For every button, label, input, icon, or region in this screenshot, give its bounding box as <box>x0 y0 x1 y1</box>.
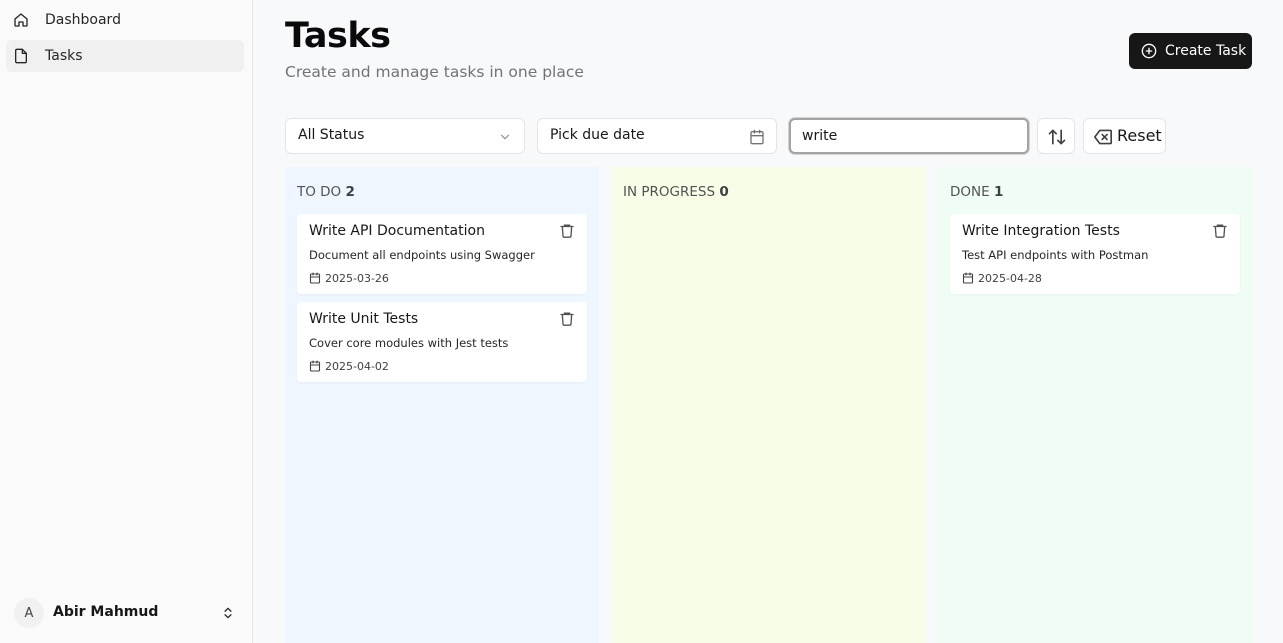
column-title: DONE <box>950 184 990 200</box>
sort-button[interactable] <box>1037 118 1075 154</box>
calendar-icon <box>309 360 321 372</box>
column-header: IN PROGRESS 0 <box>623 184 729 200</box>
task-card[interactable]: Write Integration Tests Test API endpoin… <box>950 214 1240 294</box>
task-description: Document all endpoints using Swagger <box>309 248 535 262</box>
sidebar-item-label: Dashboard <box>45 12 121 28</box>
due-date-placeholder: Pick due date <box>550 127 645 143</box>
task-title: Write Unit Tests <box>309 311 419 327</box>
task-card[interactable]: Write API Documentation Document all end… <box>297 214 587 294</box>
column-header: TO DO 2 <box>297 184 355 200</box>
trash-icon[interactable] <box>559 310 575 327</box>
avatar: A <box>14 598 44 628</box>
task-title: Write Integration Tests <box>962 223 1120 239</box>
sidebar-item-label: Tasks <box>45 48 83 64</box>
delete-left-icon <box>1094 129 1112 145</box>
page-title: Tasks <box>285 16 391 56</box>
trash-icon[interactable] <box>559 222 575 239</box>
due-date-picker[interactable]: Pick due date <box>537 118 777 154</box>
create-task-button[interactable]: Create Task <box>1129 33 1252 69</box>
task-description: Cover core modules with Jest tests <box>309 336 509 350</box>
calendar-icon <box>750 129 764 145</box>
home-icon <box>14 13 28 27</box>
plus-circle-icon <box>1141 43 1157 59</box>
sidebar-item-tasks[interactable]: Tasks <box>6 40 244 72</box>
task-due-date: 2025-03-26 <box>325 272 389 285</box>
user-menu[interactable]: A Abir Mahmud <box>6 596 244 630</box>
sidebar: Dashboard Tasks A Abir Mahmud <box>0 0 253 643</box>
page-subtitle: Create and manage tasks in one place <box>285 63 584 81</box>
column-count: 0 <box>719 184 729 200</box>
search-input[interactable] <box>789 118 1029 154</box>
column-count: 2 <box>345 184 355 200</box>
user-name: Abir Mahmud <box>53 604 159 620</box>
arrow-up-down-icon <box>1048 129 1066 145</box>
column-in-progress: IN PROGRESS 0 <box>611 167 925 643</box>
task-due-date: 2025-04-02 <box>325 360 389 373</box>
column-done: DONE 1 Write Integration Tests Test API … <box>938 167 1252 643</box>
chevrons-up-down-icon <box>224 607 232 619</box>
column-count: 1 <box>993 184 1004 200</box>
chevron-down-icon <box>500 134 510 140</box>
calendar-icon <box>309 272 321 284</box>
create-task-label: Create Task <box>1165 43 1247 59</box>
file-icon <box>15 48 27 64</box>
column-title: TO DO <box>297 184 342 200</box>
column-title: IN PROGRESS <box>623 184 716 200</box>
task-description: Test API endpoints with Postman <box>962 248 1149 262</box>
column-todo: TO DO 2 Write API Documentation Document… <box>285 167 599 643</box>
status-filter-value: All Status <box>298 127 365 143</box>
column-header: DONE 1 <box>950 184 1003 200</box>
reset-button[interactable]: Reset <box>1083 118 1166 154</box>
sidebar-item-dashboard[interactable]: Dashboard <box>6 4 244 36</box>
reset-label: Reset <box>1117 126 1162 145</box>
task-due-date: 2025-04-28 <box>978 272 1042 285</box>
task-card[interactable]: Write Unit Tests Cover core modules with… <box>297 302 587 382</box>
task-title: Write API Documentation <box>309 223 485 239</box>
status-filter-select[interactable]: All Status <box>285 118 525 154</box>
trash-icon[interactable] <box>1212 222 1228 239</box>
calendar-icon <box>962 272 974 284</box>
